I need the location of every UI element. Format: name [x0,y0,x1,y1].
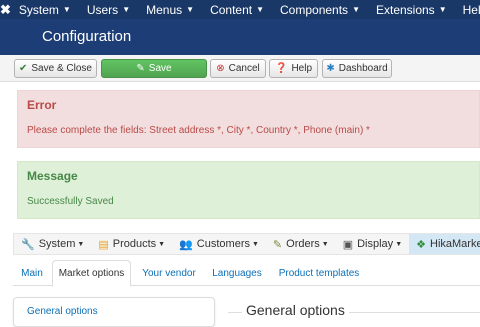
hika-menu-system-label: System [38,238,76,250]
save-close-label: Save & Close [31,63,92,74]
check-icon: ✔ [19,63,28,74]
page-title: Configuration [42,28,132,45]
menu-menus[interactable]: Menus ▼ [138,0,202,19]
hikamarket-icon: ❖ [416,238,426,251]
customers-icon: 👥 [179,238,193,251]
caret-down-icon: ▼ [158,240,166,248]
page-header: Configuration [0,19,480,55]
menu-content[interactable]: Content ▼ [202,0,272,19]
menu-menus-label: Menus [146,2,183,17]
hika-menu-system[interactable]: 🔧 System ▼ [14,234,91,254]
menu-content-label: Content [210,2,253,17]
hika-menu-display-label: Display [357,238,394,250]
products-icon: ▤ [98,238,109,251]
hika-menu-hikamarket-label: HikaMarket [430,238,480,250]
menu-extensions[interactable]: Extensions ▼ [368,0,455,19]
menu-extensions-label: Extensions [375,2,435,17]
cancel-icon: ⊗ [216,63,225,74]
dashboard-label: Dashboard [338,63,388,74]
caret-down-icon: ▼ [186,5,195,14]
edit-icon: ✎ [136,63,145,74]
menu-users[interactable]: Users ▼ [79,0,138,19]
tab-languages[interactable]: Languages [206,260,268,286]
wrench-icon: 🔧 [21,238,35,251]
save-label: Save [148,63,172,74]
caret-down-icon: ▼ [395,240,403,248]
hika-menu-orders[interactable]: ✎ Orders ▼ [266,234,336,254]
question-icon: ❓ [274,63,288,74]
hikashop-menu: 🔧 System ▼ ▤ Products ▼ 👥 Customers ▼ ✎ Orders ▼… [13,233,480,255]
caret-down-icon: ▼ [352,5,360,14]
error-alert: Error Please complete the fields: Street… [17,90,480,148]
orders-icon: ✎ [272,238,283,251]
config-tabs: Main Market options Your vendor Language… [13,260,480,287]
caret-down-icon: ▼ [438,5,447,14]
dashboard-button[interactable]: ✱ Dashboard [322,59,392,78]
save-button[interactable]: ✎ Save [101,59,207,78]
tab-your-vendor[interactable]: Your vendor [136,260,202,286]
success-alert: Message Successfully Saved [17,161,480,219]
joomla-logo-icon[interactable]: ✖ [0,0,11,19]
tab-market-options[interactable]: Market options [52,260,131,287]
cancel-button[interactable]: ⊗ Cancel [210,59,266,78]
section-title: General options [242,302,349,318]
menu-components-label: Components [280,2,349,17]
hika-menu-display[interactable]: ▣ Display ▼ [336,234,409,254]
caret-down-icon: ▼ [321,240,329,248]
menu-system-label: System [18,2,59,17]
caret-down-icon: ▼ [122,5,131,14]
menu-help[interactable]: Help▼ [455,0,480,19]
hika-menu-customers-label: Customers [196,238,250,250]
caret-down-icon: ▼ [251,240,259,248]
display-icon: ▣ [342,238,354,251]
cancel-label: Cancel [228,63,260,74]
caret-down-icon: ▼ [77,240,85,248]
error-text: Please complete the fields: Street addre… [27,125,370,136]
hika-menu-orders-label: Orders [286,238,320,250]
hika-menu-products[interactable]: ▤ Products ▼ [91,234,172,254]
menu-help-label: Help [462,2,480,17]
toolbar: ✔ Save & Close ✎ Save ⊗ Cancel ❓ Help ✱ Dashb… [0,55,480,82]
help-button[interactable]: ❓ Help [269,59,318,78]
hika-menu-products-label: Products [112,238,157,250]
caret-down-icon: ▼ [256,5,265,14]
top-menu-bar: ✖ System ▼ Users ▼ Menus ▼ Content ▼ Compone… [0,0,480,19]
hika-menu-customers[interactable]: 👥 Customers ▼ [172,234,266,254]
error-heading: Error [27,98,57,112]
message-heading: Message [27,169,78,183]
tab-main[interactable]: Main [13,260,51,286]
tab-product-templates[interactable]: Product templates [273,260,365,286]
options-sidebar: General options [13,297,215,327]
sidebar-link-general-options[interactable]: General options [27,306,98,317]
message-text: Successfully Saved [27,196,114,207]
hika-menu-hikamarket[interactable]: ❖HikaMarket▼ [409,234,480,254]
menu-system[interactable]: System ▼ [11,0,79,19]
caret-down-icon: ▼ [62,5,71,14]
dashboard-icon: ✱ [326,63,335,74]
save-close-button[interactable]: ✔ Save & Close [14,59,97,78]
help-label: Help [291,63,313,74]
menu-users-label: Users [86,2,119,17]
menu-components[interactable]: Components ▼ [272,0,368,19]
